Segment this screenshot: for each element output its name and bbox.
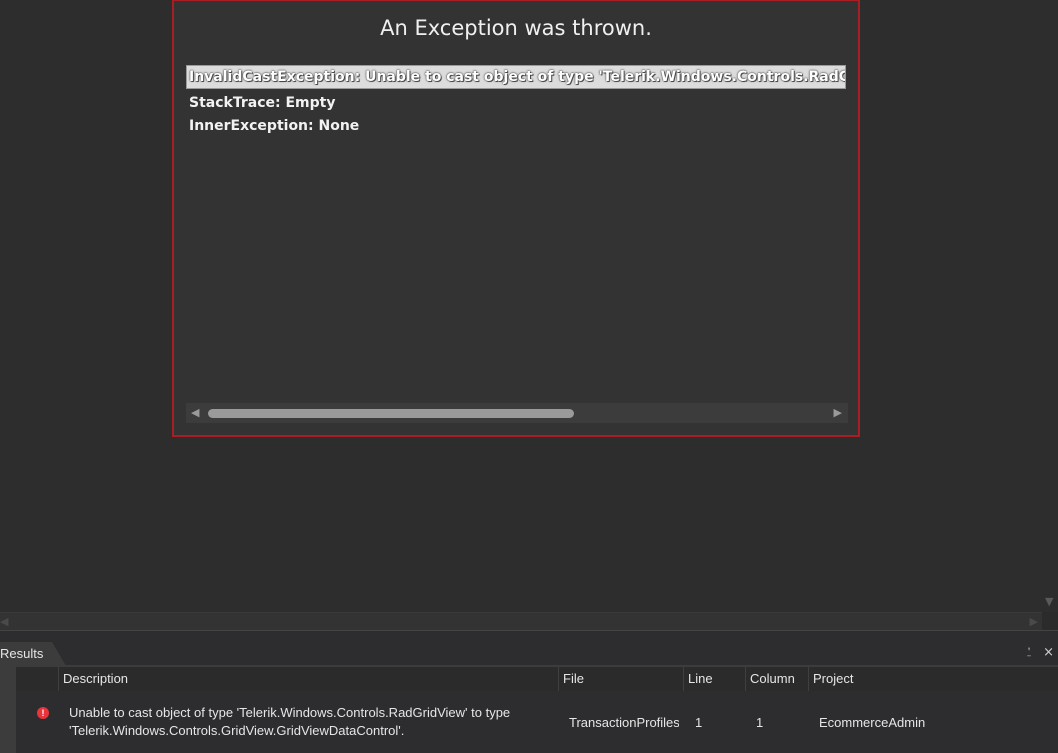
exception-title: An Exception was thrown. xyxy=(380,16,652,40)
scroll-thumb[interactable] xyxy=(208,409,574,418)
exception-panel: An Exception was thrown. InvalidCastExce… xyxy=(172,0,860,437)
grid-header: Description File Line Column Project xyxy=(16,667,1058,691)
column-header-project[interactable]: Project xyxy=(808,667,933,691)
error-icon: ! xyxy=(37,707,49,719)
results-pane: Results ⍘ × Description File Line Column… xyxy=(0,630,1058,753)
scroll-left-icon[interactable]: ◀ xyxy=(0,615,8,628)
column-header-icon xyxy=(16,667,58,691)
column-header-line[interactable]: Line xyxy=(683,667,745,691)
close-icon[interactable]: × xyxy=(1043,645,1054,660)
exception-horizontal-scrollbar[interactable]: ◀ ▶ xyxy=(186,403,848,423)
row-line: 1 xyxy=(695,714,703,730)
row-column: 1 xyxy=(756,714,764,730)
row-file: TransactionProfiles xyxy=(569,714,679,730)
column-header-description[interactable]: Description xyxy=(58,667,558,691)
grid-row-header-bar xyxy=(0,667,16,753)
row-description: Unable to cast object of type 'Telerik.W… xyxy=(69,705,511,738)
exception-message: InvalidCastException: Unable to cast obj… xyxy=(189,69,845,85)
table-row[interactable]: ! Unable to cast object of type 'Telerik… xyxy=(16,691,1058,753)
designer-vertical-scrollbar[interactable]: ▼ xyxy=(1042,0,1058,612)
designer-horizontal-scrollbar[interactable]: ◀ ▶ xyxy=(0,612,1042,631)
scroll-right-icon[interactable]: ▶ xyxy=(834,406,842,419)
results-grid: Description File Line Column Project ! U… xyxy=(16,667,1058,753)
scroll-down-icon[interactable]: ▼ xyxy=(1045,595,1053,608)
scroll-left-icon[interactable]: ◀ xyxy=(191,406,199,419)
pin-icon[interactable]: ⍘ xyxy=(1025,645,1033,660)
exception-message-row[interactable]: InvalidCastException: Unable to cast obj… xyxy=(186,65,846,89)
scrollbar-corner xyxy=(1042,612,1058,630)
designer-surface: An Exception was thrown. InvalidCastExce… xyxy=(0,0,1058,630)
row-project: EcommerceAdmin xyxy=(819,714,926,730)
inner-exception-text: InnerException: None xyxy=(189,118,360,134)
pane-controls: ⍘ × xyxy=(1019,645,1054,660)
column-header-file[interactable]: File xyxy=(558,667,683,691)
scroll-right-icon[interactable]: ▶ xyxy=(1030,615,1038,628)
stack-trace-text: StackTrace: Empty xyxy=(189,95,336,111)
results-tab[interactable]: Results xyxy=(0,642,66,666)
column-header-column[interactable]: Column xyxy=(745,667,808,691)
